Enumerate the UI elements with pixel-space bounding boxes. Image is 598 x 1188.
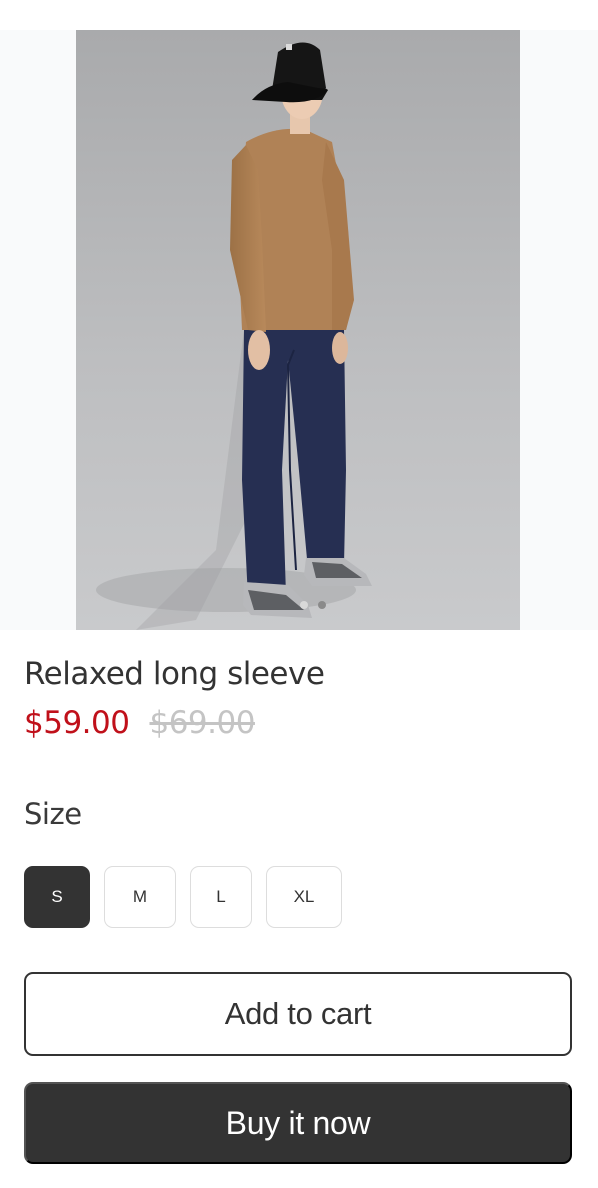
product-photo[interactable] (76, 30, 520, 630)
sale-price: $59.00 (24, 705, 130, 741)
size-options: S M L XL (24, 866, 342, 928)
price-block: $59.00 $69.00 (24, 705, 255, 741)
size-option-l[interactable]: L (190, 866, 252, 928)
gallery-dot-2[interactable] (318, 601, 326, 609)
gallery-pagination (300, 601, 326, 609)
size-option-m[interactable]: M (104, 866, 176, 928)
size-option-xl[interactable]: XL (266, 866, 342, 928)
add-to-cart-button[interactable]: Add to cart (24, 972, 572, 1056)
compare-at-price: $69.00 (149, 705, 255, 741)
buy-now-button[interactable]: Buy it now (24, 1082, 572, 1164)
gallery-dot-1[interactable] (300, 601, 308, 609)
size-option-s[interactable]: S (24, 866, 90, 928)
size-label: Size (24, 797, 82, 831)
product-title: Relaxed long sleeve (24, 656, 325, 692)
product-gallery[interactable] (0, 30, 598, 630)
